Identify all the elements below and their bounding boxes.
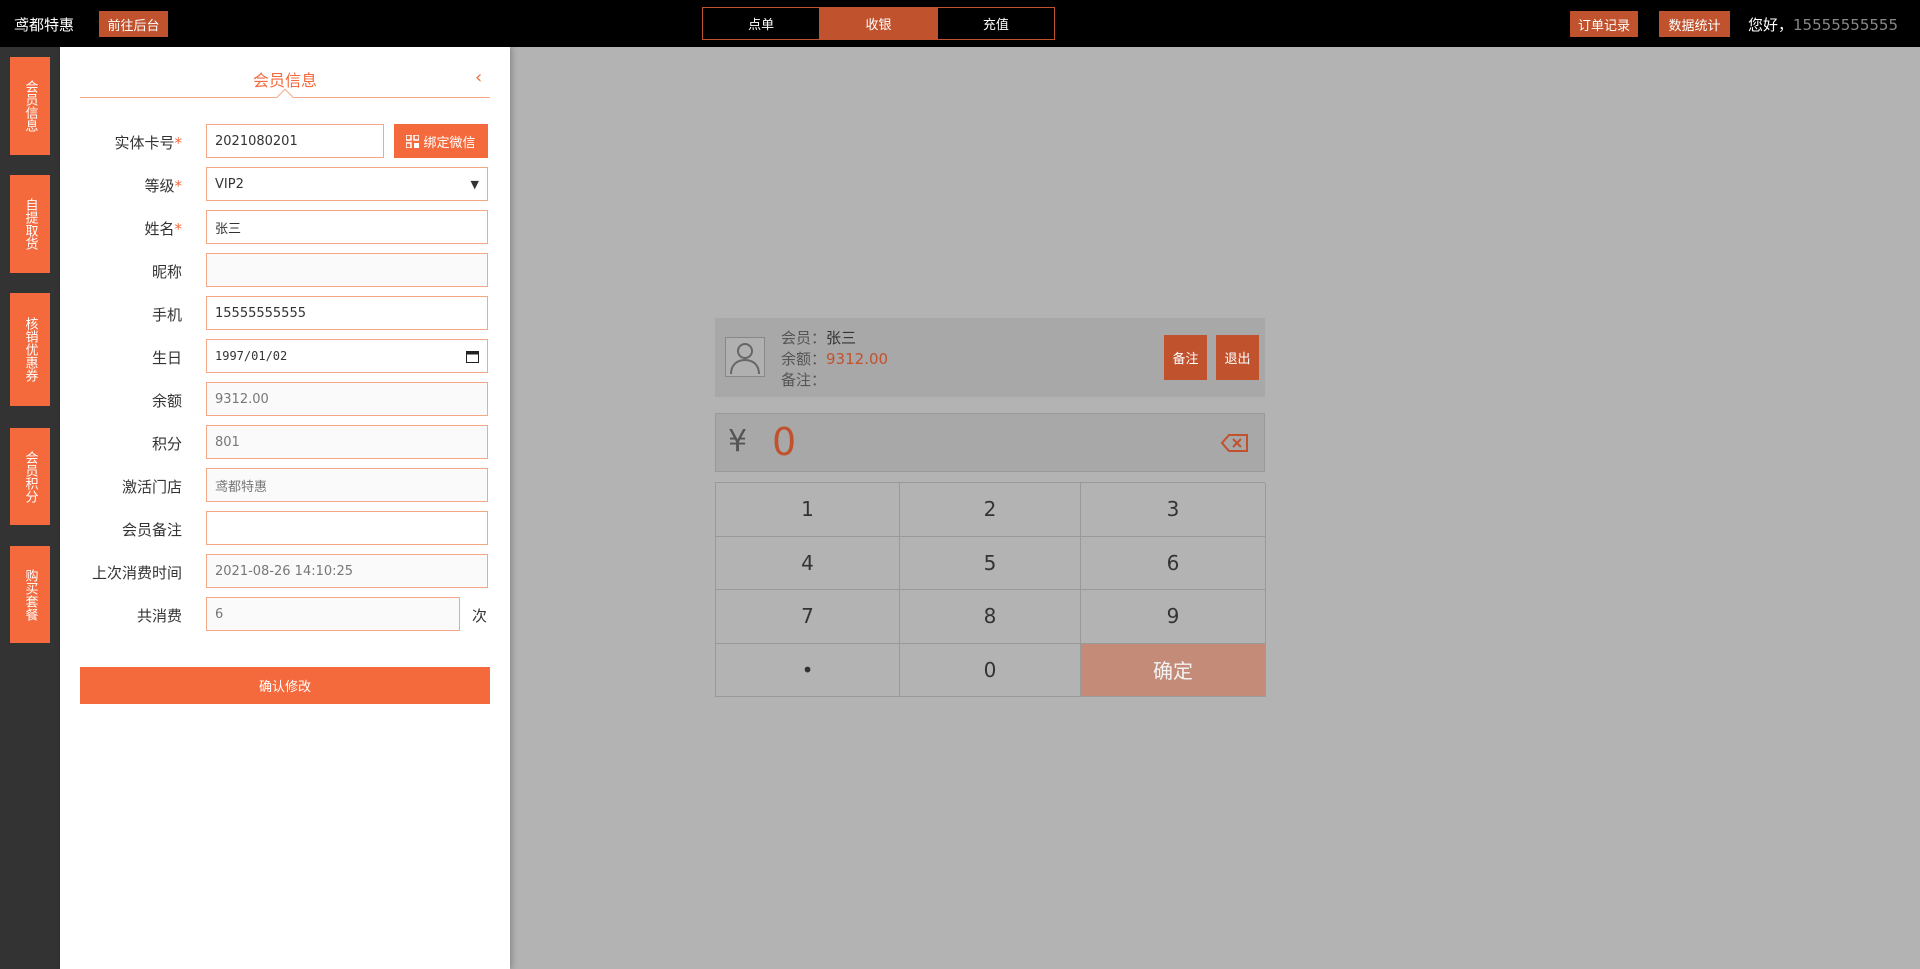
card-row: 实体卡号* 绑定微信 xyxy=(60,124,510,158)
name-row: 姓名* xyxy=(60,210,510,244)
sidebar-item-package[interactable]: 购买套餐 xyxy=(10,546,50,643)
member-card: 会员：张三 余额：9312.00 备注： 备注 退出 xyxy=(715,318,1265,397)
key-0[interactable]: 0 xyxy=(900,643,1081,697)
numeric-keypad: 1 2 3 4 5 6 7 8 9 • 0 确定 xyxy=(715,482,1266,697)
collapse-panel-icon[interactable]: ‹ xyxy=(475,67,482,88)
mobile-input[interactable] xyxy=(206,296,488,330)
key-1[interactable]: 1 xyxy=(716,483,900,537)
panel-title: 会员信息 xyxy=(253,71,318,90)
bind-wechat-button[interactable]: 绑定微信 xyxy=(394,124,488,158)
currency-symbol: ¥ xyxy=(728,424,748,459)
balance-label: 余额： xyxy=(781,350,827,368)
key-4[interactable]: 4 xyxy=(716,536,900,590)
key-3[interactable]: 3 xyxy=(1081,483,1266,537)
store-label: 激活门店 xyxy=(121,478,182,496)
remark-label: 会员备注 xyxy=(121,521,182,539)
name-label: 姓名* xyxy=(144,220,182,238)
last-consume-label: 上次消费时间 xyxy=(91,564,182,582)
points-row: 积分 xyxy=(60,425,510,459)
level-label: 等级* xyxy=(144,177,182,195)
points-input xyxy=(206,425,488,459)
consume-count-row: 共消费 次 xyxy=(60,597,510,631)
birthday-value: 1997/01/02 xyxy=(215,349,288,363)
order-records-button[interactable]: 订单记录 xyxy=(1570,11,1638,37)
sidebar-item-member-info[interactable]: 会员信息 xyxy=(10,57,50,155)
member-summary: 会员：张三 余额：9312.00 备注： xyxy=(781,328,888,391)
balance-row: 余额 xyxy=(60,382,510,416)
user-phone: 15555555555 xyxy=(1793,16,1898,34)
chevron-down-icon: ▼ xyxy=(470,177,479,191)
remark-row: 会员备注 xyxy=(60,511,510,545)
key-6[interactable]: 6 xyxy=(1081,536,1266,590)
store-row: 激活门店 xyxy=(60,468,510,502)
last-consume-row: 上次消费时间 xyxy=(60,554,510,588)
sidebar-item-pickup[interactable]: 自提取货 xyxy=(10,175,50,273)
card-label: 实体卡号* xyxy=(114,134,182,152)
member-info-panel: 会员信息 ‹ 实体卡号* 绑定微信 等级* VIP2 ▼ 姓名* 昵称 手机 生日… xyxy=(60,47,510,969)
count-unit: 次 xyxy=(472,607,488,625)
user-greeting[interactable]: 您好，15555555555 xyxy=(1748,14,1898,35)
remark-label: 备注： xyxy=(781,371,827,389)
amount-value: 0 xyxy=(772,420,797,464)
exit-member-button[interactable]: 退出 xyxy=(1216,335,1259,380)
nickname-label: 昵称 xyxy=(151,263,182,281)
level-value: VIP2 xyxy=(215,176,244,192)
remark-button[interactable]: 备注 xyxy=(1164,335,1207,380)
mobile-row: 手机 xyxy=(60,296,510,330)
mode-tabs: 点单 收银 充值 xyxy=(702,7,1055,40)
sidebar: 会员信息 自提取货 核销优惠券 会员积分 购买套餐 xyxy=(0,47,60,969)
consume-count-input xyxy=(206,597,460,631)
balance-input xyxy=(206,382,488,416)
qrcode-icon xyxy=(406,134,420,148)
member-name: 张三 xyxy=(826,329,857,347)
tab-order[interactable]: 点单 xyxy=(703,8,821,39)
level-select[interactable]: VIP2 ▼ xyxy=(206,167,488,201)
level-row: 等级* VIP2 ▼ xyxy=(60,167,510,201)
birthday-label: 生日 xyxy=(151,349,182,367)
key-5[interactable]: 5 xyxy=(900,536,1081,590)
tab-recharge[interactable]: 充值 xyxy=(938,8,1054,39)
brand-name: 鸢都特惠 xyxy=(14,16,75,34)
confirm-pay-button[interactable]: 确定 xyxy=(1081,643,1266,697)
nickname-row: 昵称 xyxy=(60,253,510,287)
key-2[interactable]: 2 xyxy=(900,483,1081,537)
card-number-input[interactable] xyxy=(206,124,384,158)
calendar-icon xyxy=(466,350,479,363)
birthday-row: 生日 1997/01/02 xyxy=(60,339,510,373)
nickname-input[interactable] xyxy=(206,253,488,287)
member-label: 会员： xyxy=(781,329,827,347)
sidebar-item-points[interactable]: 会员积分 xyxy=(10,428,50,525)
sidebar-item-coupon[interactable]: 核销优惠券 xyxy=(10,293,50,406)
name-input[interactable] xyxy=(206,210,488,244)
key-7[interactable]: 7 xyxy=(716,590,900,644)
birthday-input[interactable]: 1997/01/02 xyxy=(206,339,488,373)
confirm-modify-button[interactable]: 确认修改 xyxy=(80,667,490,704)
key-8[interactable]: 8 xyxy=(900,590,1081,644)
greeting-text: 您好， xyxy=(1748,16,1794,34)
member-balance: 9312.00 xyxy=(826,350,889,368)
avatar xyxy=(725,337,765,377)
key-dot[interactable]: • xyxy=(716,643,900,697)
title-caret xyxy=(276,88,294,106)
last-consume-input xyxy=(206,554,488,588)
bind-wechat-label: 绑定微信 xyxy=(423,135,476,151)
tab-cashier[interactable]: 收银 xyxy=(820,8,938,39)
key-9[interactable]: 9 xyxy=(1081,590,1266,644)
backspace-icon[interactable] xyxy=(1220,433,1250,453)
data-stats-button[interactable]: 数据统计 xyxy=(1659,11,1730,37)
consume-count-label: 共消费 xyxy=(136,607,182,625)
store-input xyxy=(206,468,488,502)
points-label: 积分 xyxy=(151,435,182,453)
top-bar: 鸢都特惠 前往后台 点单 收银 充值 订单记录 数据统计 您好，15555555… xyxy=(0,0,1920,47)
remark-input[interactable] xyxy=(206,511,488,545)
mobile-label: 手机 xyxy=(151,306,182,324)
user-icon xyxy=(730,343,760,375)
balance-label: 余额 xyxy=(151,392,182,410)
amount-display: ¥ 0 xyxy=(715,413,1265,472)
goto-backend-button[interactable]: 前往后台 xyxy=(99,11,168,37)
